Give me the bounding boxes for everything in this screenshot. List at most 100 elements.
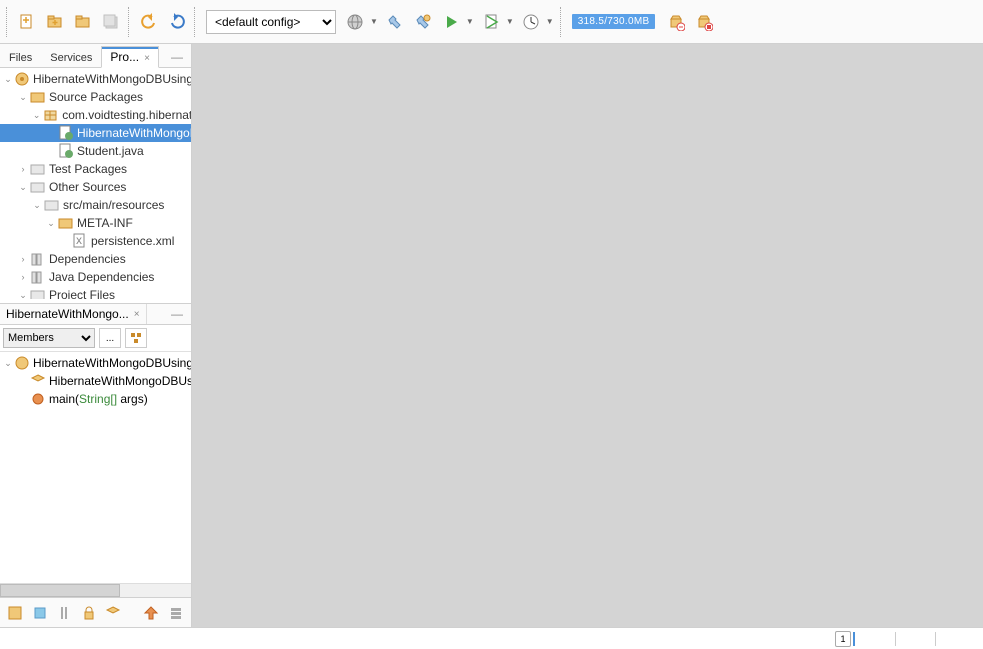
members-hierarchy-button[interactable] <box>125 328 147 348</box>
filter-inner-button[interactable] <box>104 603 123 623</box>
navigator-constructor[interactable]: HibernateWithMongoDBUsingJava() <box>0 372 191 390</box>
tab-services[interactable]: Services <box>41 48 101 67</box>
expand-icon[interactable]: › <box>16 254 30 264</box>
tree-label: HibernateWithMongoDBUsingJava <box>33 356 191 370</box>
navigator-method[interactable]: main(String[] args) <box>0 390 191 408</box>
expand-icon[interactable]: ⌄ <box>30 200 44 211</box>
tree-dependencies[interactable]: › Dependencies <box>0 250 191 268</box>
expand-icon[interactable]: ⌄ <box>16 290 30 300</box>
notifications-badge[interactable] <box>835 631 851 647</box>
members-view-dropdown[interactable]: Members <box>3 328 95 348</box>
expand-icon[interactable]: ⌄ <box>44 218 58 229</box>
libraries-icon <box>30 251 46 267</box>
build-button[interactable] <box>382 9 408 35</box>
undo-button[interactable] <box>136 9 162 35</box>
tree-java-file[interactable]: Student.java <box>0 142 191 160</box>
project-tree[interactable]: ⌄ HibernateWithMongoDBUsingJava ⌄ Source… <box>0 68 191 299</box>
minimize-panel-button[interactable]: — <box>163 47 191 67</box>
clean-build-button[interactable] <box>410 9 436 35</box>
stop-gc-button[interactable] <box>691 9 717 35</box>
tree-xml-file[interactable]: x persistence.xml <box>0 232 191 250</box>
package-folder-icon <box>30 89 46 105</box>
tree-source-packages[interactable]: ⌄ Source Packages <box>0 88 191 106</box>
expand-icon[interactable]: ⌄ <box>30 110 43 121</box>
folder-icon <box>30 179 46 195</box>
expand-icon[interactable]: ⌄ <box>2 74 14 85</box>
dropdown-arrow-icon[interactable]: ▼ <box>544 15 556 28</box>
browser-button[interactable] <box>342 9 368 35</box>
new-project-button[interactable] <box>42 9 68 35</box>
expand-icon[interactable]: ⌄ <box>16 182 30 193</box>
horizontal-scrollbar[interactable] <box>0 583 191 597</box>
redo-button[interactable] <box>164 9 190 35</box>
main-toolbar: <default config> ▼ ▼ ▼ ▼ 318.5/730.0MB <box>0 0 983 44</box>
project-sidebar: Files Services Pro... × — ⌄ HibernateWit… <box>0 44 192 627</box>
tree-label: META-INF <box>77 216 133 230</box>
java-class-icon <box>58 143 74 159</box>
save-all-button[interactable] <box>98 9 124 35</box>
tree-label: Source Packages <box>49 90 143 104</box>
close-icon[interactable]: × <box>144 53 150 64</box>
status-bar <box>0 627 983 649</box>
folder-icon <box>30 161 46 177</box>
navigator-class[interactable]: ⌄ HibernateWithMongoDBUsingJava <box>0 354 191 372</box>
dropdown-arrow-icon[interactable]: ▼ <box>504 15 516 28</box>
tree-label: main(String[] args) <box>49 392 148 406</box>
tree-meta-inf[interactable]: ⌄ META-INF <box>0 214 191 232</box>
filter-static-button[interactable] <box>55 603 74 623</box>
toolbar-separator <box>560 7 564 37</box>
tree-label: HibernateWithMongoDBUsingJava <box>33 72 191 86</box>
tree-package[interactable]: ⌄ com.voidtesting.hibernate <box>0 106 191 124</box>
tree-java-dependencies[interactable]: › Java Dependencies <box>0 268 191 286</box>
dropdown-arrow-icon[interactable]: ▼ <box>464 15 476 28</box>
tree-other-sources[interactable]: ⌄ Other Sources <box>0 178 191 196</box>
sort-position-button[interactable] <box>167 603 186 623</box>
tree-label: Project Files <box>49 288 115 299</box>
dropdown-arrow-icon[interactable]: ▼ <box>368 15 380 28</box>
expand-icon[interactable]: ⌄ <box>16 92 30 103</box>
navigator-toolbar: Members ... <box>0 325 191 352</box>
filter-inherited-button[interactable] <box>6 603 25 623</box>
new-file-button[interactable] <box>14 9 40 35</box>
config-dropdown[interactable]: <default config> <box>206 10 336 34</box>
tree-project-root[interactable]: ⌄ HibernateWithMongoDBUsingJava <box>0 70 191 88</box>
navigator-filter-toolbar <box>0 597 191 627</box>
debug-button[interactable] <box>478 9 504 35</box>
insert-caret-icon <box>853 632 855 646</box>
expand-icon[interactable]: ⌄ <box>2 358 14 369</box>
tab-files[interactable]: Files <box>0 48 41 67</box>
run-button[interactable] <box>438 9 464 35</box>
tree-label: Dependencies <box>49 252 126 266</box>
navigator-tab[interactable]: HibernateWithMongo... × <box>0 304 147 324</box>
expand-icon[interactable]: › <box>16 164 30 174</box>
pause-gc-button[interactable] <box>663 9 689 35</box>
tree-label: com.voidtesting.hibernate <box>62 108 191 122</box>
profile-button[interactable] <box>518 9 544 35</box>
tab-label: HibernateWithMongo... <box>6 307 129 321</box>
folder-icon <box>58 215 74 231</box>
close-icon[interactable]: × <box>134 309 140 320</box>
project-icon <box>14 71 30 87</box>
tree-label: HibernateWithMongoDBUsingJava.java <box>77 126 191 140</box>
navigator-tree[interactable]: ⌄ HibernateWithMongoDBUsingJava Hibernat… <box>0 352 191 583</box>
memory-usage[interactable]: 318.5/730.0MB <box>572 14 656 29</box>
libraries-icon <box>30 269 46 285</box>
tree-resources-folder[interactable]: ⌄ src/main/resources <box>0 196 191 214</box>
toolbar-separator <box>128 7 132 37</box>
status-slot <box>895 632 935 646</box>
folder-icon <box>30 287 46 299</box>
package-icon <box>43 107 59 123</box>
filter-fields-button[interactable] <box>31 603 50 623</box>
expand-icon[interactable]: › <box>16 272 30 282</box>
tree-test-packages[interactable]: › Test Packages <box>0 160 191 178</box>
tab-projects[interactable]: Pro... × <box>101 46 159 68</box>
tree-label: Other Sources <box>49 180 126 194</box>
tree-java-file-selected[interactable]: HibernateWithMongoDBUsingJava.java <box>0 124 191 142</box>
filter-nonpublic-button[interactable] <box>80 603 99 623</box>
scrollbar-thumb[interactable] <box>0 584 120 597</box>
tree-project-files[interactable]: ⌄ Project Files <box>0 286 191 299</box>
open-project-button[interactable] <box>70 9 96 35</box>
sort-alpha-button[interactable] <box>142 603 161 623</box>
members-filter-button[interactable]: ... <box>99 328 121 348</box>
minimize-panel-button[interactable]: — <box>163 304 191 324</box>
